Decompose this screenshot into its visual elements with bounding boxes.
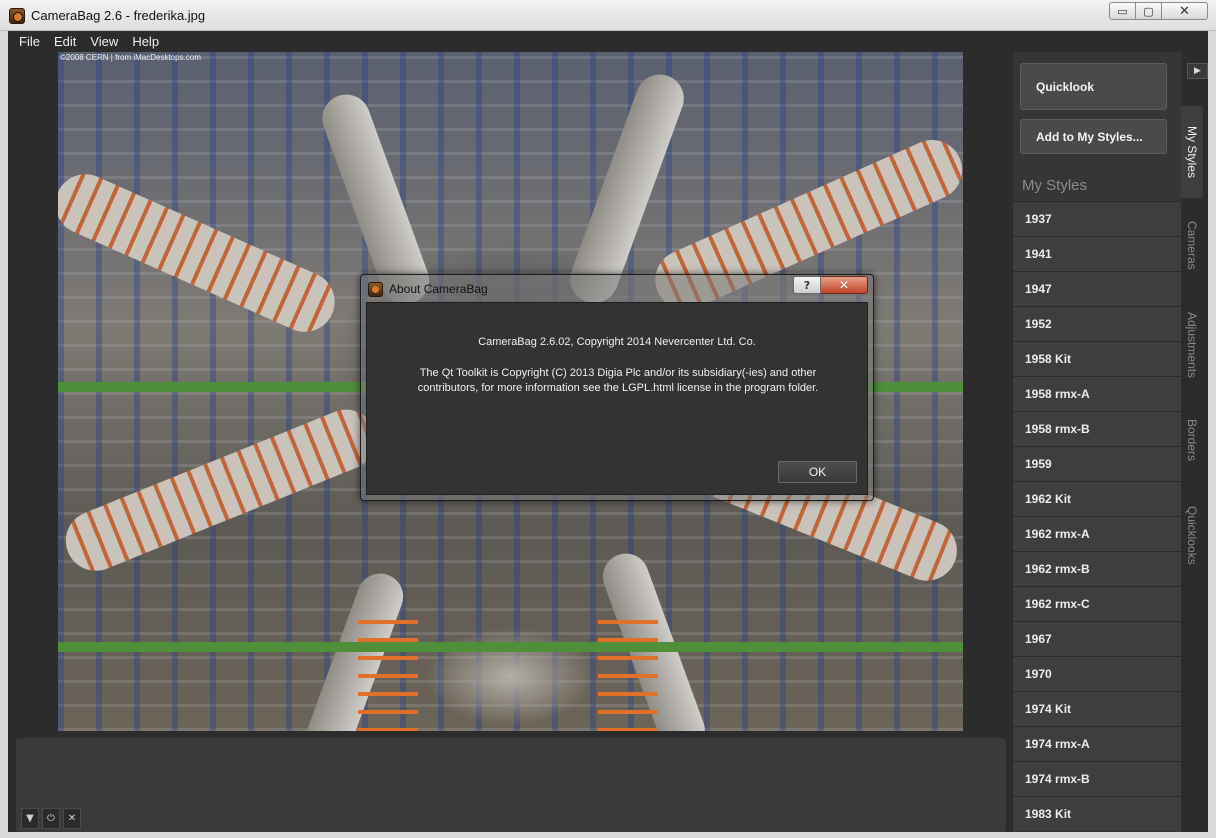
style-item[interactable]: 1962 Kit — [1013, 481, 1181, 516]
menubar: File Edit View Help — [8, 31, 1208, 52]
minimize-button[interactable]: ▭ — [1109, 2, 1136, 20]
menu-file[interactable]: File — [12, 34, 47, 49]
menu-help[interactable]: Help — [125, 34, 166, 49]
close-window-button[interactable]: ✕ — [1162, 2, 1208, 20]
window-title: CameraBag 2.6 - frederika.jpg — [31, 8, 206, 23]
maximize-button[interactable]: ▢ — [1136, 2, 1162, 20]
menu-edit[interactable]: Edit — [47, 34, 83, 49]
styles-list: 1937 1941 1947 1952 1958 Kit 1958 rmx-A … — [1013, 201, 1181, 831]
dialog-help-button[interactable]: ? — [793, 276, 821, 294]
tab-my-styles[interactable]: My Styles — [1181, 106, 1203, 198]
window-titlebar: CameraBag 2.6 - frederika.jpg ▭ ▢ ✕ — [0, 0, 1216, 31]
tab-adjustments[interactable]: Adjustments — [1181, 295, 1203, 395]
style-item[interactable]: 1941 — [1013, 236, 1181, 271]
tab-borders[interactable]: Borders — [1181, 405, 1203, 475]
qt-license-text: The Qt Toolkit is Copyright (C) 2013 Dig… — [417, 367, 819, 394]
camerabag-app-icon — [9, 8, 25, 24]
menu-view[interactable]: View — [83, 34, 125, 49]
collapse-strip-button[interactable]: ▼ — [21, 808, 39, 829]
panel-heading: My Styles — [1022, 177, 1088, 194]
window-controls: ▭ ▢ ✕ — [1109, 2, 1208, 20]
dialog-body: CameraBag 2.6.02, Copyright 2014 Neverce… — [366, 302, 868, 495]
style-item[interactable]: 1983 Kit — [1013, 796, 1181, 831]
style-item[interactable]: 1959 — [1013, 446, 1181, 481]
quicklook-button[interactable]: Quicklook — [1020, 63, 1167, 110]
photo-credit: ©2008 CERN | from iMacDesktops.com — [60, 53, 201, 62]
style-item[interactable]: 1970 — [1013, 656, 1181, 691]
power-icon: ⏻ — [47, 813, 55, 824]
close-strip-button[interactable]: ✕ — [63, 808, 81, 829]
tab-cameras[interactable]: Cameras — [1181, 205, 1203, 285]
power-button[interactable]: ⏻ — [42, 808, 60, 829]
style-item[interactable]: 1937 — [1013, 201, 1181, 236]
add-to-my-styles-button[interactable]: Add to My Styles... — [1020, 119, 1167, 154]
style-item[interactable]: 1952 — [1013, 306, 1181, 341]
style-item[interactable]: 1962 rmx-A — [1013, 516, 1181, 551]
filmstrip-panel[interactable] — [16, 738, 1006, 832]
style-item[interactable]: 1967 — [1013, 621, 1181, 656]
styles-panel: Quicklook Add to My Styles... My Styles … — [1013, 52, 1181, 832]
style-item[interactable]: 1962 rmx-C — [1013, 586, 1181, 621]
style-item[interactable]: 1958 rmx-B — [1013, 411, 1181, 446]
dialog-title: About CameraBag — [389, 282, 488, 296]
chevron-right-icon: ▶ — [1194, 66, 1201, 76]
style-item[interactable]: 1958 rmx-A — [1013, 376, 1181, 411]
style-item[interactable]: 1947 — [1013, 271, 1181, 306]
ok-button[interactable]: OK — [778, 461, 857, 483]
style-item[interactable]: 1974 rmx-B — [1013, 761, 1181, 796]
about-dialog: About CameraBag ? ✕ CameraBag 2.6.02, Co… — [360, 274, 874, 501]
collapse-panel-button[interactable]: ▶ — [1187, 63, 1208, 79]
style-item[interactable]: 1958 Kit — [1013, 341, 1181, 376]
close-icon: ✕ — [67, 813, 77, 824]
tab-quicklooks[interactable]: Quicklooks — [1181, 490, 1203, 580]
chevron-down-icon: ▼ — [26, 813, 34, 824]
copyright-text: CameraBag 2.6.02, Copyright 2014 Neverce… — [478, 336, 756, 348]
style-item[interactable]: 1962 rmx-B — [1013, 551, 1181, 586]
camerabag-app-icon — [368, 282, 383, 297]
style-item[interactable]: 1974 Kit — [1013, 691, 1181, 726]
dialog-close-button[interactable]: ✕ — [821, 276, 868, 294]
style-item[interactable]: 1974 rmx-A — [1013, 726, 1181, 761]
